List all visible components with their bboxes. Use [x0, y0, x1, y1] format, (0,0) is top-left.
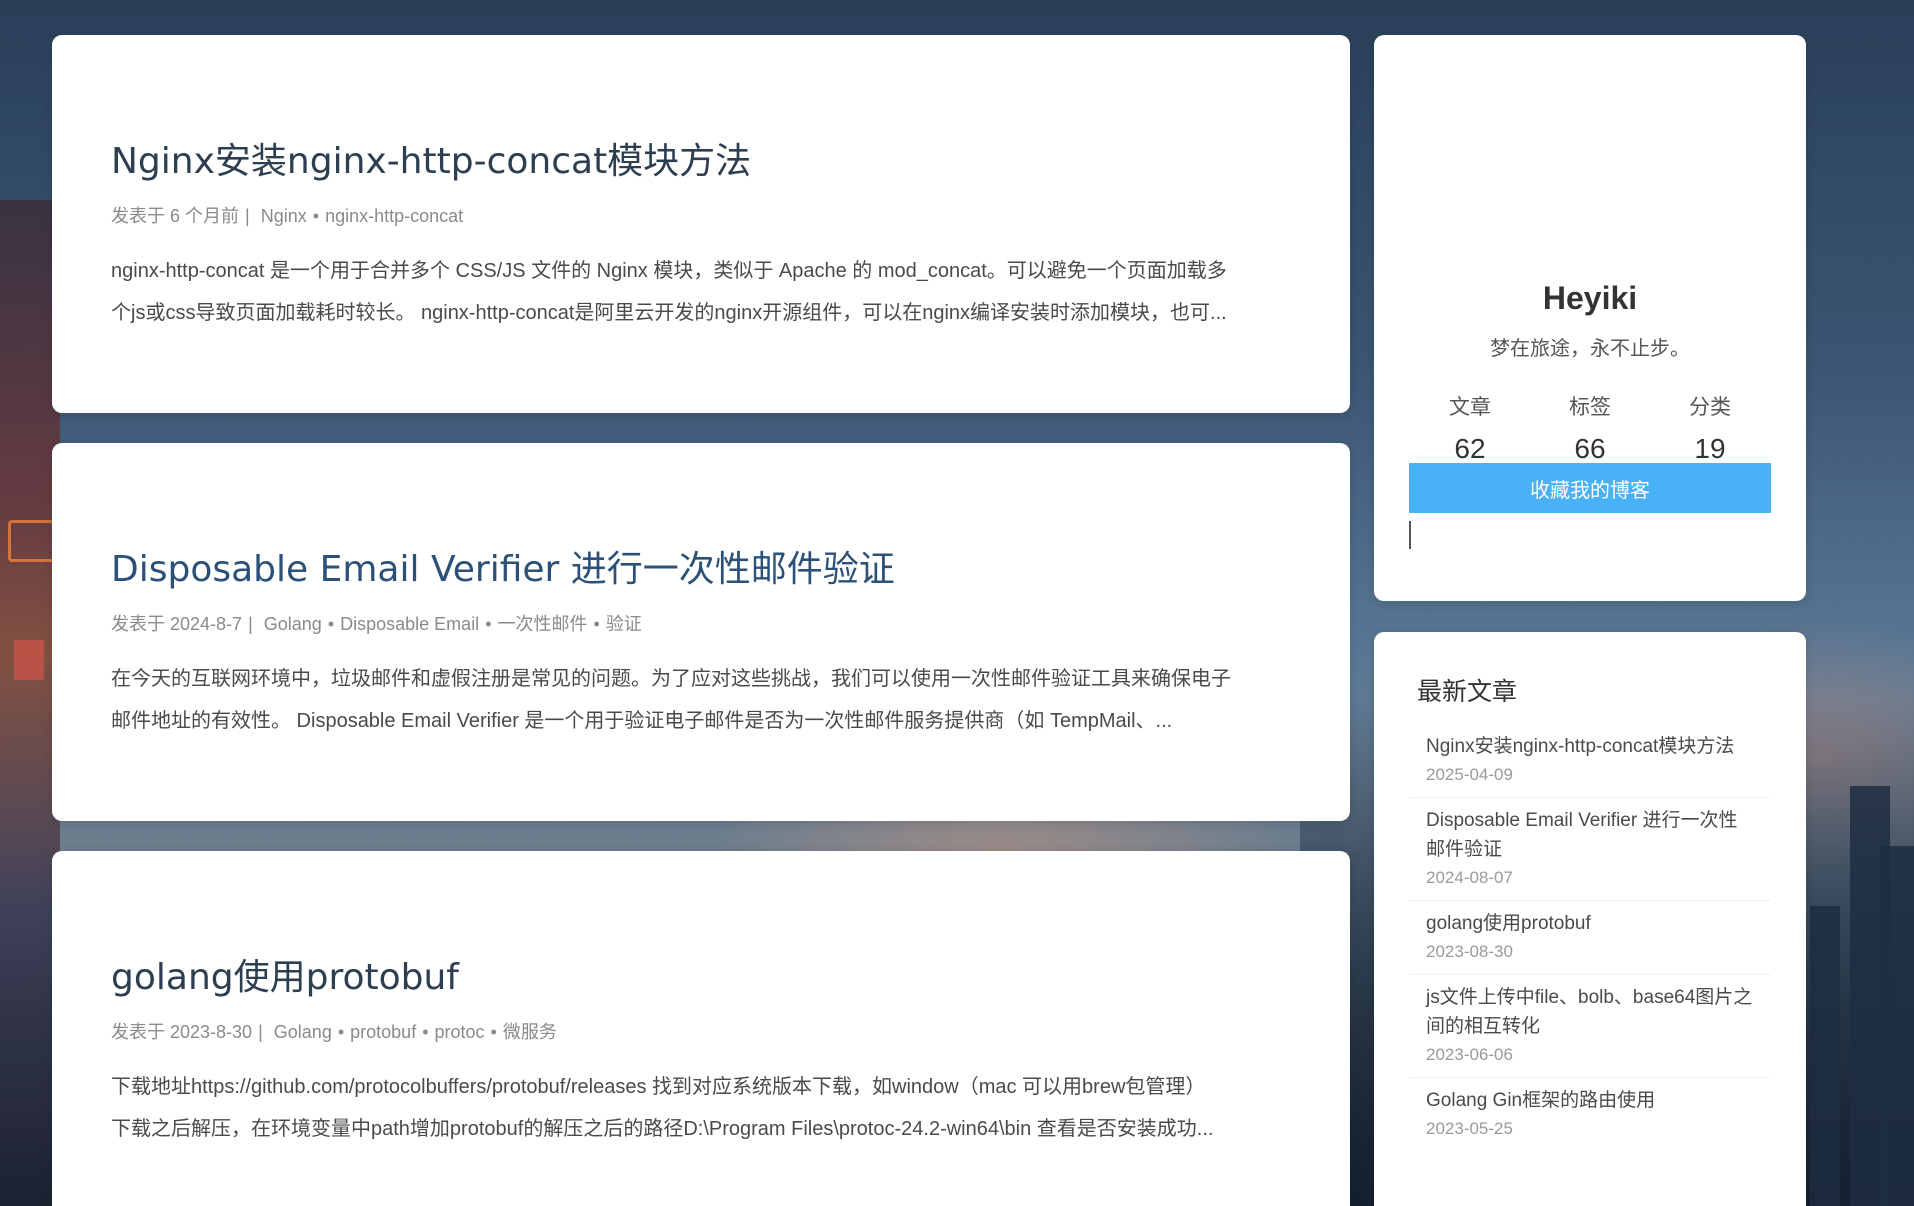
- stat-label: 标签: [1569, 396, 1611, 419]
- background-neon-sign: [8, 520, 58, 562]
- tag-separator: •: [312, 206, 320, 226]
- post-meta: 发表于 2023-8-30 | Golang • protobuf • protoc • 微服…: [111, 1018, 1291, 1044]
- meta-separator: |: [258, 1022, 263, 1042]
- recent-posts-list: Nginx安装nginx-http-concat模块方法 2025-04-09 …: [1409, 724, 1771, 1151]
- stat-label: 分类: [1689, 396, 1731, 419]
- tag-separator: •: [422, 1022, 429, 1042]
- stat-value: 62: [1454, 433, 1486, 464]
- post-excerpt-line: 在今天的互联网环境中，垃圾邮件和虚假注册是常见的问题。为了应对这些挑战，我们可以…: [111, 668, 1231, 690]
- post-tag[interactable]: nginx-http-concat: [325, 206, 463, 226]
- stat-value: 19: [1694, 433, 1726, 464]
- tag-separator: •: [327, 614, 335, 634]
- background-neon-sign: [14, 640, 44, 680]
- post-meta: 发表于 2024-8-7 | Golang • Disposable Email • 一次…: [111, 610, 1291, 636]
- recent-post-title[interactable]: Disposable Email Verifier 进行一次性邮件验证: [1426, 806, 1754, 864]
- post-card: Nginx安装nginx-http-concat模块方法 发表于 6 个月前 | …: [52, 35, 1350, 413]
- post-meta: 发表于 6 个月前 | Nginx • nginx-http-concat: [111, 202, 1291, 228]
- post-date: 发表于 6 个月前: [111, 206, 240, 226]
- post-tag[interactable]: protoc: [435, 1022, 485, 1042]
- post-excerpt: 在今天的互联网环境中，垃圾邮件和虚假注册是常见的问题。为了应对这些挑战，我们可以…: [111, 658, 1291, 742]
- recent-post-item[interactable]: golang使用protobuf 2023-08-30: [1409, 901, 1771, 975]
- tag-separator: •: [485, 614, 492, 634]
- post-card: Disposable Email Verifier 进行一次性邮件验证 发表于 …: [52, 443, 1350, 821]
- post-excerpt-line: 下载之后解压，在环境变量中path增加protobuf的解压之后的路径D:\Pr…: [111, 1118, 1214, 1140]
- post-excerpt-line: 邮件地址的有效性。 Disposable Email Verifier 是一个用…: [111, 710, 1173, 732]
- tag-separator: •: [337, 1022, 345, 1042]
- post-tag[interactable]: Nginx: [261, 206, 307, 226]
- recent-post-date: 2023-05-25: [1426, 1119, 1513, 1138]
- post-title-link[interactable]: golang使用protobuf: [111, 948, 1291, 1000]
- recent-post-item[interactable]: Golang Gin框架的路由使用 2023-05-25: [1409, 1078, 1771, 1151]
- meta-separator: |: [245, 206, 250, 226]
- recent-post-item[interactable]: Disposable Email Verifier 进行一次性邮件验证 2024…: [1409, 798, 1771, 901]
- post-tag[interactable]: Golang: [274, 1022, 332, 1042]
- recent-posts-heading: 最新文章: [1417, 678, 1518, 706]
- recent-post-title[interactable]: Golang Gin框架的路由使用: [1426, 1086, 1754, 1115]
- post-excerpt-line: nginx-http-concat 是一个用于合并多个 CSS/JS 文件的 N…: [111, 260, 1227, 282]
- profile-name: Heyiki: [1542, 280, 1638, 316]
- tag-separator: •: [593, 614, 600, 634]
- post-date: 发表于 2024-8-7: [111, 614, 243, 634]
- bookmark-blog-button[interactable]: 收藏我的博客: [1409, 463, 1771, 513]
- stat-categories[interactable]: 分类 19: [1650, 391, 1770, 465]
- recent-posts-card: 最新文章 Nginx安装nginx-http-concat模块方法 2025-0…: [1374, 632, 1806, 1206]
- profile-motto: 梦在旅途，永不止步。: [1490, 338, 1690, 360]
- recent-post-title[interactable]: Nginx安装nginx-http-concat模块方法: [1426, 732, 1754, 761]
- post-title-link[interactable]: Nginx安装nginx-http-concat模块方法: [111, 132, 1291, 184]
- post-excerpt: nginx-http-concat 是一个用于合并多个 CSS/JS 文件的 N…: [111, 250, 1291, 334]
- recent-post-date: 2023-06-06: [1426, 1045, 1513, 1064]
- profile-stats: 文章 62 标签 66 分类 19: [1410, 391, 1770, 465]
- stat-value: 66: [1574, 433, 1606, 464]
- post-title-link[interactable]: Disposable Email Verifier 进行一次性邮件验证: [111, 540, 1291, 592]
- meta-separator: |: [248, 614, 253, 634]
- stat-articles[interactable]: 文章 62: [1410, 391, 1530, 465]
- background-left-neon-street: [0, 200, 60, 1206]
- post-tag[interactable]: Disposable Email: [340, 614, 479, 634]
- post-excerpt-line: 下载地址https://github.com/protocolbuffers/p…: [111, 1076, 1206, 1098]
- post-excerpt: 下载地址https://github.com/protocolbuffers/p…: [111, 1066, 1291, 1150]
- profile-card: Heyiki 梦在旅途，永不止步。 文章 62 标签 66 分类 19 收藏我的…: [1374, 35, 1806, 601]
- post-tag[interactable]: protobuf: [350, 1022, 416, 1042]
- recent-post-title[interactable]: golang使用protobuf: [1426, 909, 1754, 938]
- recent-post-item[interactable]: Nginx安装nginx-http-concat模块方法 2025-04-09: [1409, 724, 1771, 798]
- stat-tags[interactable]: 标签 66: [1530, 391, 1650, 465]
- post-card: golang使用protobuf 发表于 2023-8-30 | Golang • p…: [52, 851, 1350, 1206]
- post-tag[interactable]: 微服务: [503, 1022, 557, 1042]
- post-tag[interactable]: 一次性邮件: [498, 614, 588, 634]
- recent-post-date: 2023-08-30: [1426, 942, 1513, 961]
- recent-post-date: 2024-08-07: [1426, 868, 1513, 887]
- text-cursor: [1409, 521, 1411, 549]
- recent-post-title[interactable]: js文件上传中file、bolb、base64图片之间的相互转化: [1426, 983, 1754, 1041]
- post-tag[interactable]: 验证: [606, 614, 642, 634]
- tag-separator: •: [490, 1022, 497, 1042]
- recent-post-date: 2025-04-09: [1426, 765, 1513, 784]
- recent-post-item[interactable]: js文件上传中file、bolb、base64图片之间的相互转化 2023-06…: [1409, 975, 1771, 1078]
- post-excerpt-line: 个js或css导致页面加载耗时较长。 nginx-http-concat是阿里云…: [111, 302, 1227, 324]
- post-date: 发表于 2023-8-30: [111, 1022, 253, 1042]
- stat-label: 文章: [1449, 396, 1491, 419]
- post-tag[interactable]: Golang: [264, 614, 322, 634]
